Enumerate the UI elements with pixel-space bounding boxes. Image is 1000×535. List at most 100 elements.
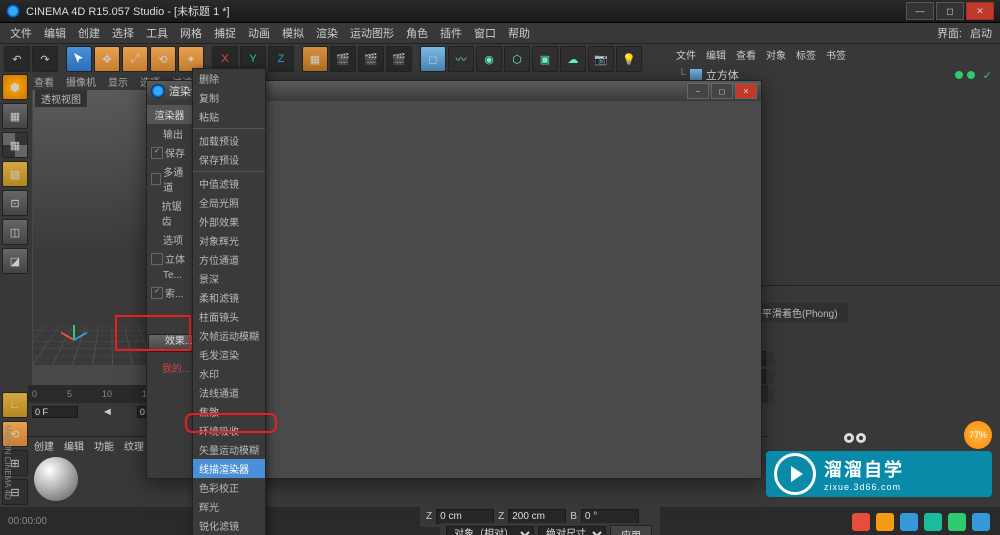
ctx-delete[interactable]: 删除 <box>193 69 265 88</box>
nurbs-tool[interactable]: ◉ <box>476 46 502 72</box>
cube-primitive[interactable]: ◻ <box>420 46 446 72</box>
mat-texture[interactable]: 纹理 <box>124 438 144 453</box>
size-z[interactable] <box>508 509 566 524</box>
ctx-copy[interactable]: 复制 <box>193 88 265 107</box>
attr-tab-phong[interactable]: 平滑着色(Phong) <box>752 303 848 322</box>
workplane-mode[interactable]: ▤ <box>2 161 28 187</box>
menu-mesh[interactable]: 网格 <box>180 25 202 41</box>
ctx-save-preset[interactable]: 保存预设 <box>193 150 265 169</box>
dialog-minimize[interactable]: − <box>687 83 709 99</box>
ctx-subframe-mb[interactable]: 次帧运动模糊 <box>193 326 265 345</box>
menu-simulate[interactable]: 模拟 <box>282 25 304 41</box>
om-view[interactable]: 查看 <box>736 47 756 62</box>
spinner[interactable] <box>767 388 775 402</box>
vp-camera[interactable]: 摄像机 <box>66 74 96 89</box>
menu-mograph[interactable]: 运动图形 <box>350 25 394 41</box>
dialog-maximize[interactable]: ◻ <box>711 83 733 99</box>
layout-preset[interactable]: 启动 <box>970 25 992 41</box>
ctx-dof[interactable]: 景深 <box>193 269 265 288</box>
close-button[interactable]: ✕ <box>966 2 994 20</box>
vp-view[interactable]: 查看 <box>34 74 54 89</box>
render-settings-button[interactable]: 🎬 <box>386 46 412 72</box>
ctx-glow[interactable]: 辉光 <box>193 497 265 516</box>
menu-window[interactable]: 窗口 <box>474 25 496 41</box>
om-edit[interactable]: 编辑 <box>706 47 726 62</box>
spline-tool[interactable]: 〰 <box>448 46 474 72</box>
restore-button[interactable]: ◻ <box>936 2 964 20</box>
ctx-soft-filter[interactable]: 柔和滤镜 <box>193 288 265 307</box>
texture-mode[interactable]: ▦ <box>2 132 28 158</box>
axis-z-toggle[interactable]: Z <box>268 46 294 72</box>
edge-mode[interactable]: ◫ <box>2 219 28 245</box>
render-dot[interactable] <box>967 71 975 79</box>
make-editable-button[interactable]: ⬢ <box>2 74 28 100</box>
mat-edit[interactable]: 编辑 <box>64 438 84 453</box>
side-output[interactable]: 输出 <box>147 124 192 143</box>
ctx-color-correct[interactable]: 色彩校正 <box>193 478 265 497</box>
ctx-paste[interactable]: 粘贴 <box>193 107 265 126</box>
ctx-median-filter[interactable]: 中值滤镜 <box>193 174 265 193</box>
side-multipass[interactable]: 多通道 <box>147 162 192 196</box>
spinner[interactable] <box>767 370 775 384</box>
apply-button[interactable]: 应用 <box>610 525 652 535</box>
menu-render[interactable]: 渲染 <box>316 25 338 41</box>
menu-character[interactable]: 角色 <box>406 25 428 41</box>
frame-start-input[interactable] <box>32 406 78 418</box>
deformer-tool[interactable]: ▣ <box>532 46 558 72</box>
point-mode[interactable]: ⊡ <box>2 190 28 216</box>
coord-z[interactable] <box>436 509 494 524</box>
ctx-cylindrical-lens[interactable]: 柱面镜头 <box>193 307 265 326</box>
side-save[interactable]: ✓保存 <box>147 143 192 162</box>
generator-tool[interactable]: ⬡ <box>504 46 530 72</box>
side-te[interactable]: Te... <box>147 268 192 283</box>
ctx-hair-render[interactable]: 毛发渲染 <box>193 345 265 364</box>
side-stereo[interactable]: 立体 <box>147 249 192 268</box>
side-sketch[interactable]: ✓索... <box>147 283 192 302</box>
spinner[interactable] <box>767 352 775 366</box>
menu-edit[interactable]: 编辑 <box>44 25 66 41</box>
om-tags[interactable]: 标签 <box>796 47 816 62</box>
move-tool[interactable]: ✥ <box>94 46 120 72</box>
menu-snap[interactable]: 捕捉 <box>214 25 236 41</box>
om-file[interactable]: 文件 <box>676 47 696 62</box>
ctx-global-illum[interactable]: 全局光照 <box>193 193 265 212</box>
minimize-button[interactable]: — <box>906 2 934 20</box>
render-pv-button[interactable]: 🎬 <box>358 46 384 72</box>
renderer-header[interactable]: 渲染器 <box>147 105 192 124</box>
coord-mode-select[interactable]: 对象（相对） <box>446 526 534 535</box>
undo-button[interactable]: ↶ <box>4 46 30 72</box>
axis-mode[interactable]: ∟ <box>2 392 28 418</box>
model-mode[interactable]: ▦ <box>2 103 28 129</box>
rot-b[interactable] <box>581 509 639 524</box>
render-view-button[interactable]: ▦ <box>302 46 328 72</box>
ctx-watermark[interactable]: 水印 <box>193 364 265 383</box>
dialog-close[interactable]: ✕ <box>735 83 757 99</box>
render-region-button[interactable]: 🎬 <box>330 46 356 72</box>
menu-plugins[interactable]: 插件 <box>440 25 462 41</box>
side-options[interactable]: 选项 <box>147 230 192 249</box>
menu-help[interactable]: 帮助 <box>508 25 530 41</box>
menu-animate[interactable]: 动画 <box>248 25 270 41</box>
ctx-normal-pass[interactable]: 法线通道 <box>193 383 265 402</box>
ctx-object-glow[interactable]: 对象辉光 <box>193 231 265 250</box>
ctx-sharpen[interactable]: 锐化滤镜 <box>193 516 265 535</box>
select-tool[interactable] <box>66 46 92 72</box>
menu-tools[interactable]: 工具 <box>146 25 168 41</box>
mat-create[interactable]: 创建 <box>34 438 54 453</box>
ctx-position-pass[interactable]: 方位通道 <box>193 250 265 269</box>
scale-tool[interactable]: ⤢ <box>122 46 148 72</box>
environment-tool[interactable]: ☁ <box>560 46 586 72</box>
menu-create[interactable]: 创建 <box>78 25 100 41</box>
menu-select[interactable]: 选择 <box>112 25 134 41</box>
polygon-mode[interactable]: ◪ <box>2 248 28 274</box>
ctx-vector-mb[interactable]: 矢量运动模糊 <box>193 440 265 459</box>
vp-display[interactable]: 显示 <box>108 74 128 89</box>
menu-file[interactable]: 文件 <box>10 25 32 41</box>
camera-tool[interactable]: 📷 <box>588 46 614 72</box>
size-mode-select[interactable]: 绝对尺寸 <box>538 526 606 535</box>
ctx-load-preset[interactable]: 加载预设 <box>193 131 265 150</box>
light-tool[interactable]: 💡 <box>616 46 642 72</box>
side-aa[interactable]: 抗锯齿 <box>147 196 192 230</box>
om-bookmarks[interactable]: 书签 <box>826 47 846 62</box>
om-object[interactable]: 对象 <box>766 47 786 62</box>
